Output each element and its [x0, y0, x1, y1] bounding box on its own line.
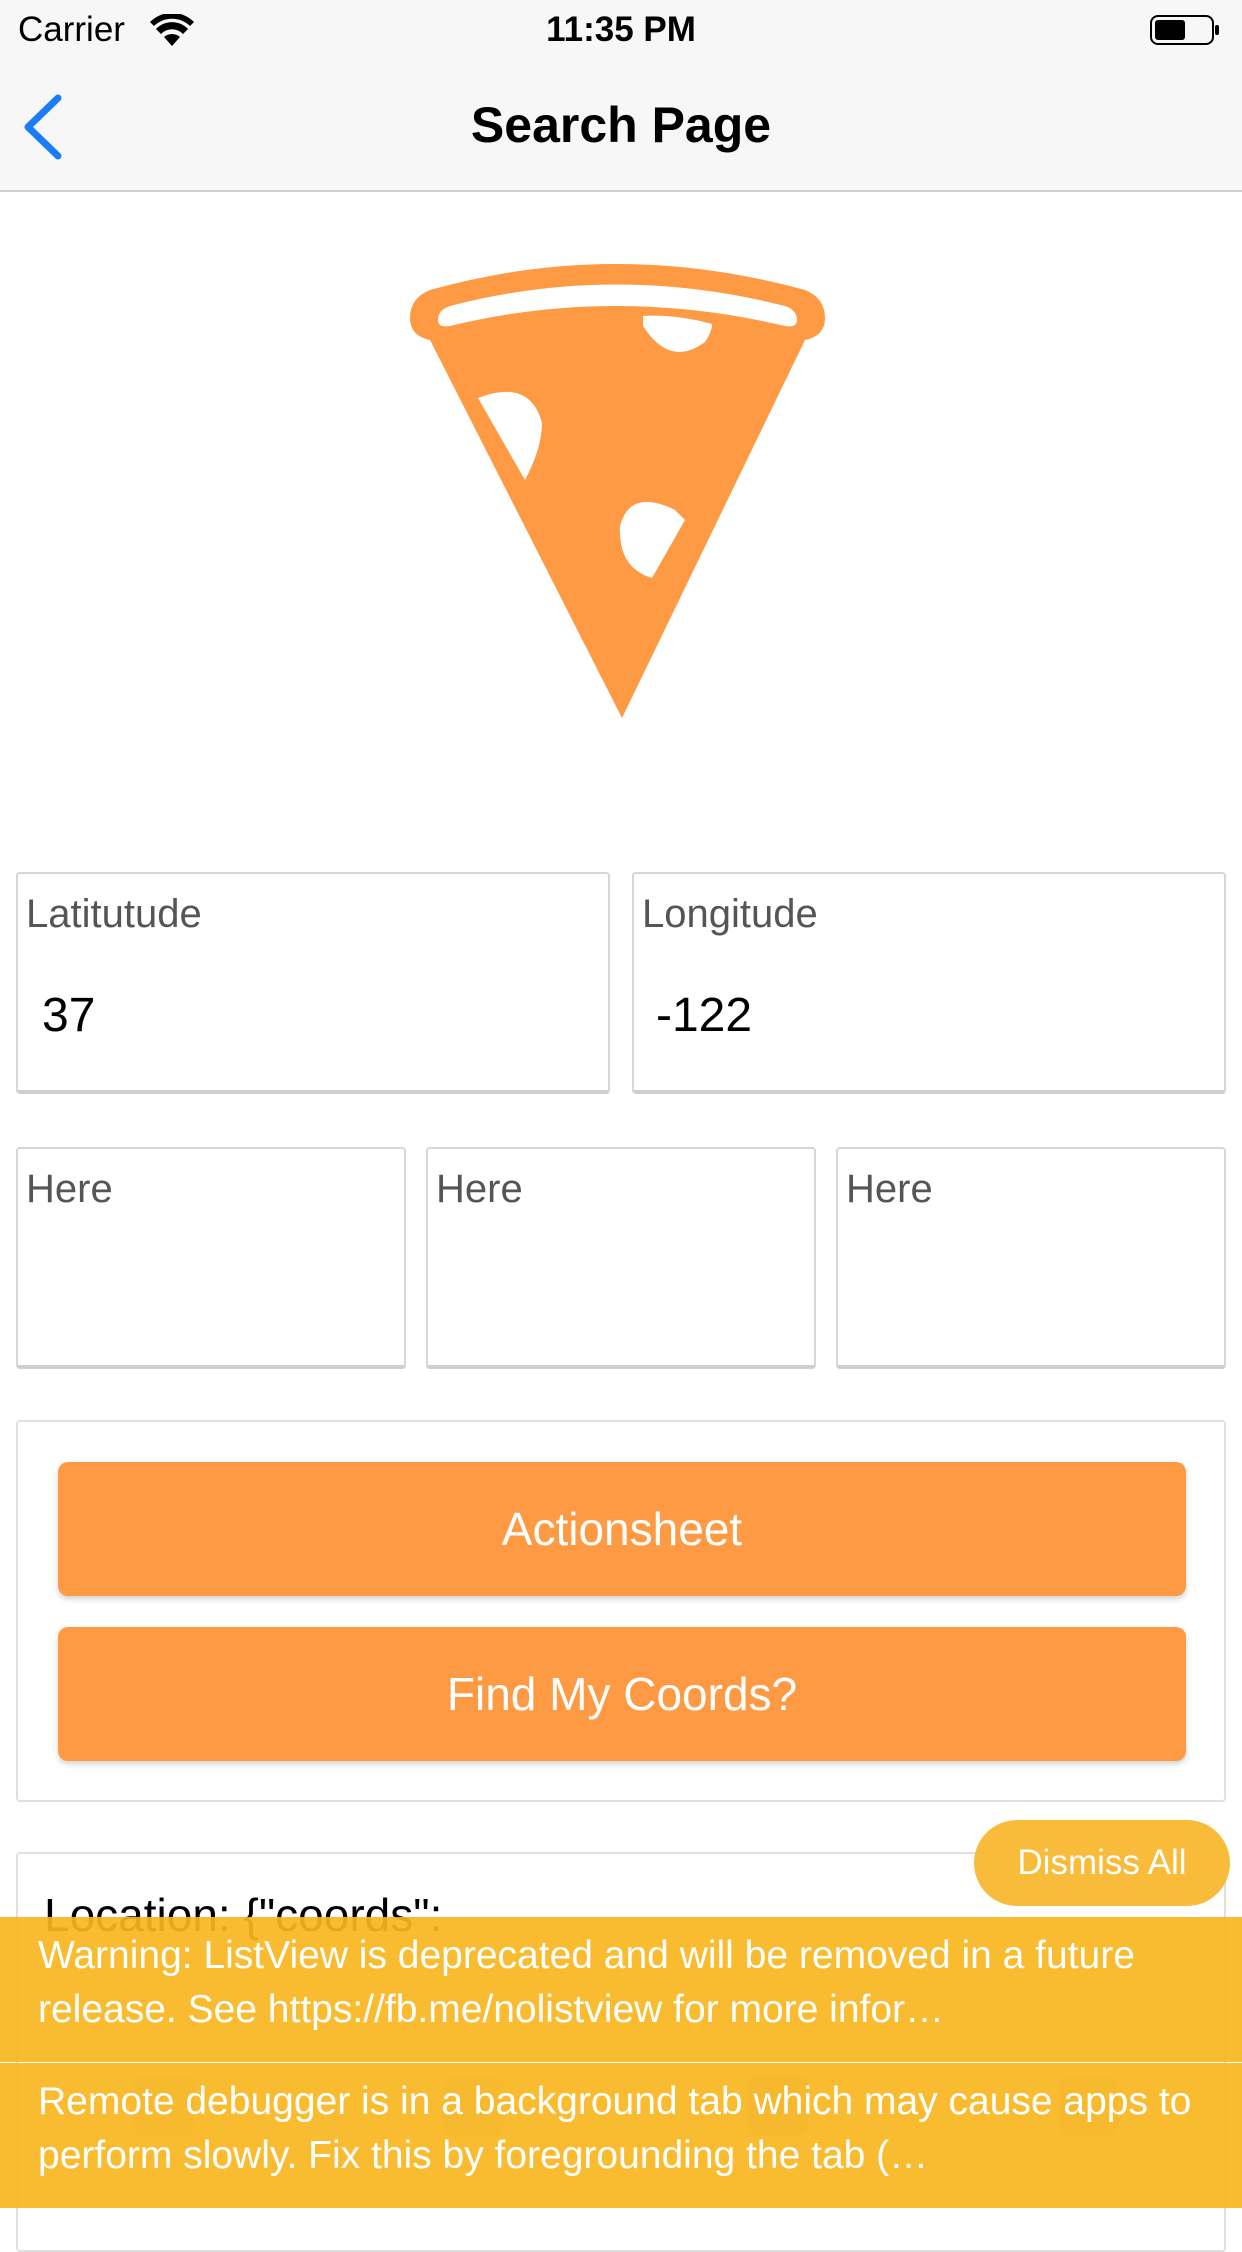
- longitude-label: Longitude: [642, 892, 818, 936]
- status-bar: Carrier 11:35 PM: [0, 0, 1242, 62]
- dismiss-all-button[interactable]: Dismiss All: [974, 1820, 1230, 1906]
- latitude-label: Latitutude: [26, 892, 202, 936]
- here-label-1: Here: [26, 1167, 113, 1211]
- pizza-slice-icon: [410, 264, 825, 718]
- page-title: Search Page: [470, 97, 772, 153]
- button-panel: Actionsheet Find My Coords?: [16, 1420, 1226, 1802]
- here-field-1[interactable]: Here: [16, 1147, 406, 1369]
- battery-icon: [1150, 15, 1219, 45]
- status-time: 11:35 PM: [546, 10, 696, 49]
- navigation-bar: Search Page: [0, 62, 1242, 192]
- here-field-3[interactable]: Here: [836, 1147, 1226, 1369]
- warning-remote-debugger[interactable]: Remote debugger is in a background tab w…: [0, 2063, 1242, 2208]
- latitude-value: 37: [42, 989, 96, 1042]
- here-field-2[interactable]: Here: [426, 1147, 816, 1369]
- warning-listview[interactable]: Warning: ListView is deprecated and will…: [0, 1917, 1242, 2062]
- here-label-2: Here: [436, 1167, 523, 1211]
- actionsheet-button[interactable]: Actionsheet: [58, 1462, 1186, 1596]
- here-label-3: Here: [846, 1167, 933, 1211]
- yellowbox-warnings: Warning: ListView is deprecated and will…: [0, 1917, 1242, 2208]
- find-my-coords-button[interactable]: Find My Coords?: [58, 1627, 1186, 1761]
- longitude-value: -122: [656, 989, 753, 1042]
- longitude-field[interactable]: Longitude -122: [632, 872, 1226, 1094]
- latitude-field[interactable]: Latitutude 37: [16, 872, 610, 1094]
